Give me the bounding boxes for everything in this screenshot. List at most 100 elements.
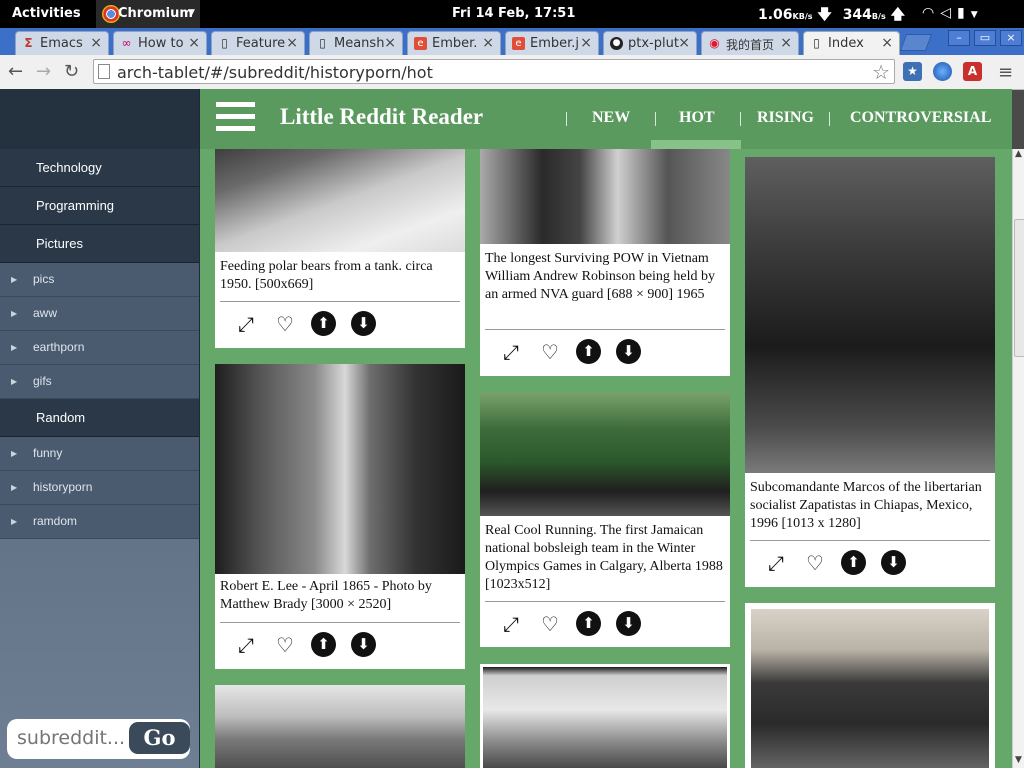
triangle-right-icon: ▶ [11, 275, 18, 284]
expand-icon[interactable]: ⤢ [763, 550, 789, 576]
sidebar-item-gifs[interactable]: ▶ gifs [0, 365, 199, 399]
close-icon[interactable]: × [780, 35, 792, 51]
new-tab-button[interactable] [899, 34, 933, 51]
nav-controversial[interactable]: CONTROVERSIAL [850, 109, 991, 127]
close-icon[interactable]: × [482, 35, 494, 51]
heart-icon[interactable]: ♡ [272, 311, 298, 337]
sidebar-section-technology[interactable]: Technology [0, 149, 199, 187]
close-icon[interactable]: × [580, 35, 592, 51]
upvote-icon[interactable]: ⬆ [311, 311, 336, 336]
post-actions: ⤢ ♡ ⬆ ⬇ [480, 611, 730, 641]
menu-icon[interactable]: ≡ [998, 62, 1013, 83]
tab-emacs[interactable]: Σ Emacs × [15, 31, 109, 55]
tab-feature[interactable]: ▯ Feature × [211, 31, 305, 55]
post-title[interactable]: Subcomandante Marcos of the libertarian … [750, 479, 990, 533]
tab-weibo[interactable]: ◉ 我的首页 × [701, 31, 799, 55]
maximize-button[interactable]: ▭ [974, 30, 996, 46]
sidebar-item-aww[interactable]: ▶ aww [0, 297, 199, 331]
close-window-button[interactable]: × [1000, 30, 1022, 46]
close-icon[interactable]: × [188, 35, 200, 51]
sidebar-item-earthporn[interactable]: ▶ earthporn [0, 331, 199, 365]
downvote-icon[interactable]: ⬇ [881, 550, 906, 575]
system-tray[interactable]: ◠◁▮▼ [922, 5, 984, 21]
chevron-down-icon[interactable]: ▼ [971, 10, 984, 20]
downvote-icon[interactable]: ⬇ [351, 632, 376, 657]
address-bar[interactable]: arch-tablet/#/subreddit/historyporn/hot … [93, 59, 895, 84]
app-menu-button[interactable]: Chromium ▼ [96, 0, 200, 28]
scroll-down-icon[interactable]: ▼ [1015, 755, 1022, 765]
nav-rising[interactable]: RISING [757, 109, 814, 127]
post-image[interactable] [483, 667, 727, 768]
nav-divider [566, 112, 567, 126]
post-image[interactable] [480, 392, 730, 516]
clock[interactable]: Fri 14 Feb, 17:51 [452, 6, 575, 21]
post-image[interactable] [751, 609, 989, 768]
sidebar-item-historyporn[interactable]: ▶ historyporn [0, 471, 199, 505]
post-card [480, 664, 730, 768]
url-text[interactable]: arch-tablet/#/subreddit/historyporn/hot [117, 63, 433, 82]
sidebar-item-funny[interactable]: ▶ funny [0, 437, 199, 471]
volume-icon[interactable]: ◁ [940, 5, 957, 21]
nav-new[interactable]: NEW [592, 109, 630, 127]
close-icon[interactable]: × [678, 35, 690, 51]
upvote-icon[interactable]: ⬆ [576, 611, 601, 636]
subreddit-input[interactable] [17, 725, 125, 751]
activities-button[interactable]: Activities [12, 6, 81, 21]
upvote-icon[interactable]: ⬆ [311, 632, 336, 657]
post-title[interactable]: Robert E. Lee - April 1865 - Photo by Ma… [220, 578, 460, 614]
close-icon[interactable]: × [286, 35, 298, 51]
minimize-button[interactable]: – [948, 30, 970, 46]
heart-icon[interactable]: ♡ [537, 611, 563, 637]
back-arrow-icon[interactable]: ← [8, 61, 23, 82]
tab-emberjs[interactable]: e Ember.j × [505, 31, 599, 55]
reload-icon[interactable]: ↻ [64, 61, 79, 82]
downvote-icon[interactable]: ⬇ [616, 611, 641, 636]
post-title[interactable]: Feeding polar bears from a tank. circa 1… [220, 258, 458, 294]
close-icon[interactable]: × [881, 35, 893, 51]
post-title[interactable]: Real Cool Running. The first Jamaican na… [485, 522, 725, 594]
nav-hot[interactable]: HOT [679, 109, 715, 127]
tab-github[interactable]: ● ptx-plut × [603, 31, 697, 55]
close-icon[interactable]: × [384, 35, 396, 51]
tab-index[interactable]: ▯ Index × [803, 31, 900, 55]
post-actions: ⤢ ♡ ⬆ ⬇ [745, 550, 995, 580]
globe-extension-icon[interactable] [933, 62, 952, 81]
sidebar-section-random[interactable]: Random [0, 399, 199, 437]
scrollbar-thumb[interactable] [1014, 219, 1024, 357]
upvote-icon[interactable]: ⬆ [841, 550, 866, 575]
heart-icon[interactable]: ♡ [802, 550, 828, 576]
post-image[interactable] [215, 364, 465, 574]
expand-icon[interactable]: ⤢ [233, 632, 259, 658]
downvote-icon[interactable]: ⬇ [616, 339, 641, 364]
wifi-icon[interactable]: ◠ [922, 5, 940, 21]
heart-icon[interactable]: ♡ [537, 339, 563, 365]
battery-icon[interactable]: ▮ [957, 5, 971, 21]
forward-arrow-icon[interactable]: → [36, 61, 51, 82]
expand-icon[interactable]: ⤢ [233, 311, 259, 337]
acrobat-extension-icon[interactable]: A [963, 62, 982, 81]
expand-icon[interactable]: ⤢ [498, 339, 524, 365]
main-content: Little Reddit Reader NEW HOT RISING CONT… [200, 89, 1012, 768]
sidebar: Technology Programming Pictures ▶ pics ▶ a… [0, 89, 200, 768]
sidebar-section-programming[interactable]: Programming [0, 187, 199, 225]
expand-icon[interactable]: ⤢ [498, 611, 524, 637]
hamburger-menu-icon[interactable] [216, 102, 255, 132]
bookmark-star-icon[interactable]: ☆ [872, 60, 890, 84]
tab-meansh[interactable]: ▯ Meansh × [309, 31, 403, 55]
post-image[interactable] [745, 157, 995, 473]
tab-ember[interactable]: e Ember. × [407, 31, 501, 55]
sidebar-section-pictures[interactable]: Pictures [0, 225, 199, 263]
sidebar-item-ramdom[interactable]: ▶ ramdom [0, 505, 199, 539]
sidebar-item-pics[interactable]: ▶ pics [0, 263, 199, 297]
bookmark-extension-icon[interactable]: ★ [903, 62, 922, 81]
post-title[interactable]: The longest Surviving POW in Vietnam Wil… [485, 250, 725, 304]
scroll-up-icon[interactable]: ▲ [1015, 149, 1022, 159]
heart-icon[interactable]: ♡ [272, 632, 298, 658]
page-scrollbar[interactable]: ▲ ▼ [1012, 149, 1024, 768]
post-image[interactable] [215, 685, 465, 768]
go-button[interactable]: Go [129, 722, 190, 754]
downvote-icon[interactable]: ⬇ [351, 311, 376, 336]
close-icon[interactable]: × [90, 35, 102, 51]
upvote-icon[interactable]: ⬆ [576, 339, 601, 364]
tab-how-to[interactable]: ∞ How to × [113, 31, 207, 55]
